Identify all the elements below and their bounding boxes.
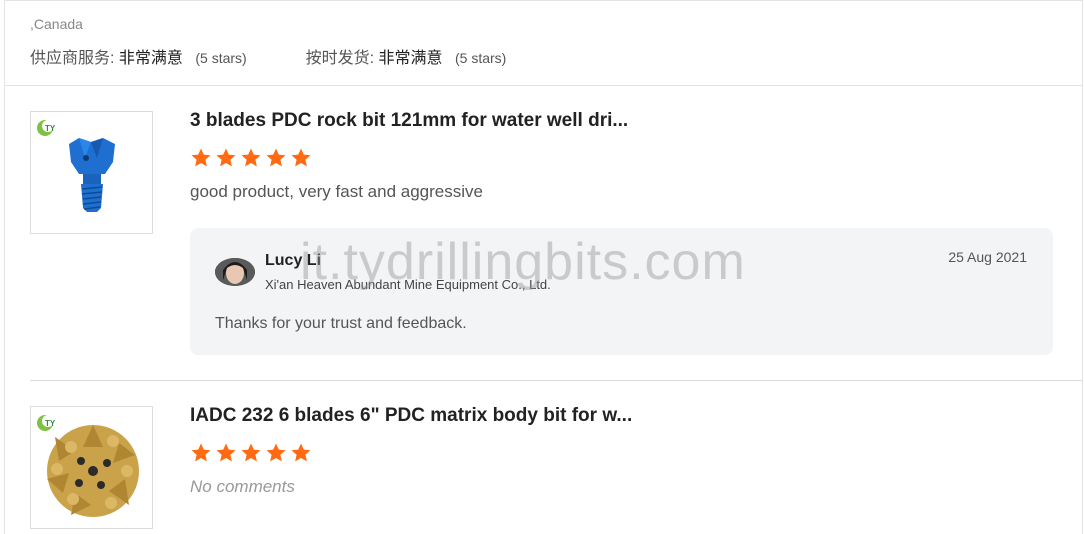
star-icon — [266, 443, 286, 462]
star-icon — [191, 443, 211, 462]
divider — [30, 380, 1083, 381]
product-title-link[interactable]: IADC 232 6 blades 6" PDC matrix body bit… — [190, 405, 632, 427]
reviewer-country: ,Canada — [30, 16, 83, 32]
delivery-label: 按时发货: — [305, 50, 375, 67]
supplier-reply: Lucy Li Xi'an Heaven Abundant Mine Equip… — [190, 228, 1053, 355]
review-comment: No comments — [190, 477, 295, 496]
supplier-service-value: 非常满意 — [118, 50, 183, 67]
star-icon — [191, 148, 211, 167]
product-title-link[interactable]: 3 blades PDC rock bit 121mm for water we… — [190, 110, 628, 132]
pdc-bit-3-blade-image: TY — [37, 120, 115, 212]
review-comment: good product, very fast and aggressive — [190, 182, 483, 201]
pdc-bit-6-blade-image: TY — [37, 415, 139, 517]
avatar — [215, 258, 255, 286]
divider — [4, 85, 1083, 86]
product-thumbnail[interactable]: TY — [30, 406, 153, 529]
brand-logo-icon: TY — [37, 120, 56, 136]
rating-stars — [190, 442, 312, 464]
reply-date: 25 Aug 2021 — [948, 249, 1027, 265]
star-icon — [216, 148, 236, 167]
product-thumbnail[interactable]: TY — [30, 111, 153, 234]
reply-text: Thanks for your trust and feedback. — [215, 315, 467, 332]
star-icon — [241, 443, 261, 462]
supplier-service-label: 供应商服务: — [30, 50, 115, 67]
star-icon — [291, 443, 311, 462]
brand-logo-icon: TY — [37, 415, 56, 431]
star-icon — [241, 148, 261, 167]
supplier-service-stars: (5 stars) — [195, 50, 247, 66]
rating-stars — [190, 147, 312, 169]
star-icon — [216, 443, 236, 462]
delivery-value: 非常满意 — [378, 50, 443, 67]
star-icon — [266, 148, 286, 167]
svg-text:TY: TY — [45, 419, 56, 428]
supplier-ratings: 供应商服务: 非常满意 (5 stars) 按时发货: 非常满意 (5 star… — [30, 44, 506, 68]
reply-company: Xi'an Heaven Abundant Mine Equipment Co.… — [265, 277, 551, 292]
delivery-stars: (5 stars) — [455, 50, 507, 66]
reply-author-name: Lucy Li — [265, 252, 322, 269]
star-icon — [291, 148, 311, 167]
svg-text:TY: TY — [45, 124, 56, 133]
